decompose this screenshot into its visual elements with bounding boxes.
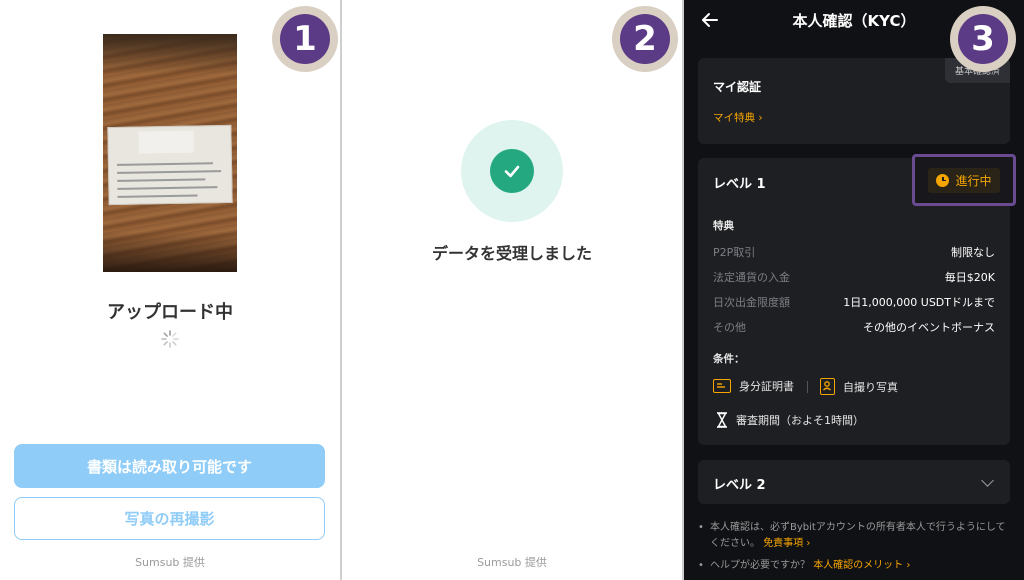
conditions-label: 条件： <box>713 353 745 365</box>
step-number: 3 <box>958 14 1008 64</box>
benefit-row: 日次出金限度額 1日1,000,000 USDTドルまで <box>713 294 995 310</box>
divider <box>807 381 808 393</box>
step-badge-2: 2 <box>612 6 678 72</box>
step-badge-3: 3 <box>950 6 1016 72</box>
note-item: 本人確認は、必ずBybitアカウントの所有者本人で行うようにしてください。 免責… <box>698 520 1014 552</box>
condition-review-period: 審査期間（およそ1時間） <box>716 412 864 428</box>
my-verification-card: 基本確認済 マイ認証 マイ特典 › <box>698 58 1010 144</box>
level2-title: レベル 2 <box>713 478 766 493</box>
note-item: ヘルプが必要ですか？ 本人確認のメリット › <box>698 558 1014 574</box>
benefit-value: その他のイベントボーナス <box>863 321 995 334</box>
condition-text: 自撮り写真 <box>843 380 898 394</box>
selfie-icon <box>820 378 835 395</box>
chevron-down-icon[interactable] <box>981 474 994 487</box>
step-number: 1 <box>280 14 330 64</box>
step-number: 2 <box>620 14 670 64</box>
condition-id-document: 身分証明書 <box>713 378 794 394</box>
status-highlight: 進行中 <box>912 154 1016 206</box>
data-received-text: データを受理しました <box>431 244 592 263</box>
disclaimer-link[interactable]: 免責事項 › <box>763 538 810 549</box>
level1-title: レベル 1 <box>713 177 766 192</box>
data-received-panel: 2 データを受理しました Sumsub 提供 <box>342 0 682 580</box>
benefit-value: 毎日$20K <box>944 271 995 284</box>
notes: 本人確認は、必ずBybitアカウントの所有者本人で行うようにしてください。 免責… <box>698 520 1014 574</box>
benefit-key: その他 <box>713 321 746 334</box>
note-text: ヘルプが必要ですか？ <box>710 560 810 571</box>
success-indicator <box>461 120 563 222</box>
benefit-value: 制限なし <box>951 246 995 259</box>
benefit-value: 1日1,000,000 USDTドルまで <box>843 296 995 309</box>
id-card-icon <box>713 379 731 393</box>
chevron-right-icon: › <box>758 112 763 124</box>
condition-text: 身分証明書 <box>739 380 794 393</box>
id-document-photo <box>103 34 237 272</box>
status-text: 進行中 <box>955 173 992 188</box>
benefit-key: P2P取引 <box>713 246 756 259</box>
step-badge-1: 1 <box>272 6 338 72</box>
level2-card[interactable]: レベル 2 <box>698 460 1010 504</box>
benefit-key: 法定通貨の入金 <box>713 271 790 284</box>
retake-photo-button[interactable]: 写真の再撮影 <box>14 497 325 540</box>
benefit-row: P2P取引 制限なし <box>713 244 995 260</box>
loading-spinner-icon <box>161 330 179 348</box>
my-benefits-link[interactable]: マイ特典 › <box>713 110 763 125</box>
my-verification-title: マイ認証 <box>713 80 762 94</box>
provider-credit: Sumsub 提供 <box>135 556 205 569</box>
provider-credit: Sumsub 提供 <box>477 556 547 569</box>
note-text: 本人確認は、必ずBybitアカウントの所有者本人で行うようにしてください。 <box>710 522 1006 549</box>
status-badge: 進行中 <box>928 167 1000 193</box>
clock-icon <box>936 173 950 187</box>
hourglass-icon <box>717 412 727 428</box>
kyc-benefits-link[interactable]: 本人確認のメリット › <box>813 560 910 571</box>
condition-selfie: 自撮り写真 <box>820 378 898 395</box>
upload-panel: 1 アップロード中 書類は読み取り可能です 写真の再撮影 Sumsub 提供 <box>0 0 340 580</box>
id-card-image <box>107 124 233 206</box>
upload-status-text: アップロード中 <box>107 302 233 323</box>
condition-text: 審査期間（およそ1時間） <box>736 414 864 427</box>
benefit-row: 法定通貨の入金 毎日$20K <box>713 269 995 285</box>
checkmark-icon <box>490 149 534 193</box>
benefit-key: 日次出金限度額 <box>713 296 790 309</box>
document-readable-button[interactable]: 書類は読み取り可能です <box>14 444 325 488</box>
kyc-panel: 本人確認（KYC） 基本確認済 マイ認証 マイ特典 › 3 レベル 1 進行中 … <box>684 0 1024 580</box>
level1-card: レベル 1 進行中 特典 P2P取引 制限なし 法定通貨の入金 毎日$20K 日… <box>698 154 1016 445</box>
benefit-row: その他 その他のイベントボーナス <box>713 319 995 335</box>
benefits-label: 特典 <box>713 220 734 232</box>
